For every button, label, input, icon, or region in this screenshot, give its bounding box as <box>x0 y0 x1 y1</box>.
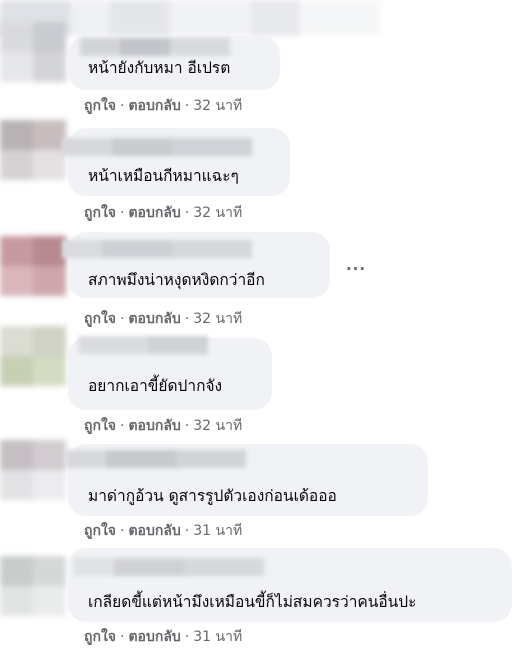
more-horizontal-icon: ··· <box>345 260 367 278</box>
timestamp[interactable]: 32 นาที <box>193 418 242 434</box>
comment-thread: หน้ายังกับหมา อีเปรต ถูกใจ · ตอบกลับ · 32 นา… <box>0 0 519 648</box>
reply-link[interactable]: ตอบกลับ <box>128 523 180 539</box>
timestamp[interactable]: 32 นาที <box>193 205 242 221</box>
redacted-author-name[interactable] <box>62 240 252 258</box>
avatar[interactable] <box>0 236 66 296</box>
redacted-author-name[interactable] <box>66 450 246 468</box>
separator: · <box>120 311 125 327</box>
separator: · <box>184 205 190 221</box>
like-link[interactable]: ถูกใจ <box>84 418 116 434</box>
reply-link[interactable]: ตอบกลับ <box>128 311 180 327</box>
redacted-author-name[interactable] <box>62 138 252 156</box>
comment-text: หน้ายังกับหมา อีเปรต <box>88 59 231 77</box>
separator: · <box>120 523 125 539</box>
timestamp[interactable]: 31 นาที <box>193 629 242 645</box>
comment-actions: ถูกใจ · ตอบกลับ · 31 นาที <box>84 628 242 646</box>
comment-bubble: หน้ายังกับหมา อีเปรต <box>68 36 280 90</box>
avatar[interactable] <box>0 440 66 500</box>
avatar[interactable] <box>0 326 66 386</box>
reply-link[interactable]: ตอบกลับ <box>128 98 180 114</box>
more-options-button[interactable]: ··· <box>342 258 370 282</box>
comment-actions: ถูกใจ · ตอบกลับ · 32 นาที <box>84 310 242 328</box>
comment-text: อยากเอาขี้ยัดปากจัง <box>88 377 223 395</box>
comment-bubble: มาด่ากูอ้วน ดูสารรูปตัวเองก่อนเด้อออ <box>66 444 428 516</box>
avatar[interactable] <box>0 556 66 616</box>
separator: · <box>184 418 190 434</box>
comment-actions: ถูกใจ · ตอบกลับ · 32 นาที <box>84 417 242 435</box>
like-link[interactable]: ถูกใจ <box>84 311 116 327</box>
like-link[interactable]: ถูกใจ <box>84 523 116 539</box>
separator: · <box>120 629 125 645</box>
comment-text: หน้าเหมือนกีหมาแฉะๆ <box>88 167 239 185</box>
timestamp[interactable]: 32 นาที <box>193 98 242 114</box>
timestamp[interactable]: 31 นาที <box>193 523 242 539</box>
comment-actions: ถูกใจ · ตอบกลับ · 32 นาที <box>84 97 242 115</box>
comment-bubble: เกลียดขี้แต่หน้ามึงเหมือนขี้ก็ไม่สมควรว่… <box>68 548 512 622</box>
redacted-author-name[interactable] <box>74 558 264 576</box>
redacted-author-name[interactable] <box>80 38 230 56</box>
like-link[interactable]: ถูกใจ <box>84 205 116 221</box>
redacted-author-name[interactable] <box>78 336 208 354</box>
like-link[interactable]: ถูกใจ <box>84 98 116 114</box>
separator: · <box>184 98 190 114</box>
separator: · <box>120 205 125 221</box>
reply-link[interactable]: ตอบกลับ <box>128 629 180 645</box>
comment-bubble: อยากเอาขี้ยัดปากจัง <box>68 336 272 410</box>
separator: · <box>120 98 125 114</box>
timestamp[interactable]: 32 นาที <box>193 311 242 327</box>
comment-actions: ถูกใจ · ตอบกลับ · 31 นาที <box>84 522 242 540</box>
reply-link[interactable]: ตอบกลับ <box>128 205 180 221</box>
like-link[interactable]: ถูกใจ <box>84 629 116 645</box>
comment-text: มาด่ากูอ้วน ดูสารรูปตัวเองก่อนเด้อออ <box>88 487 337 505</box>
comment-text: สภาพมึงน่าหงุดหงิดกว่าอีก <box>88 271 265 289</box>
comment-text: เกลียดขี้แต่หน้ามึงเหมือนขี้ก็ไม่สมควรว่… <box>88 593 417 611</box>
separator: · <box>184 311 190 327</box>
comment-actions: ถูกใจ · ตอบกลับ · 32 นาที <box>84 204 242 222</box>
avatar[interactable] <box>0 22 66 82</box>
comment-bubble: หน้าเหมือนกีหมาแฉะๆ <box>62 128 290 196</box>
avatar[interactable] <box>0 120 66 180</box>
separator: · <box>184 629 190 645</box>
reply-link[interactable]: ตอบกลับ <box>128 418 180 434</box>
comment-bubble: สภาพมึงน่าหงุดหงิดกว่าอีก <box>62 232 330 298</box>
separator: · <box>184 523 190 539</box>
separator: · <box>120 418 125 434</box>
